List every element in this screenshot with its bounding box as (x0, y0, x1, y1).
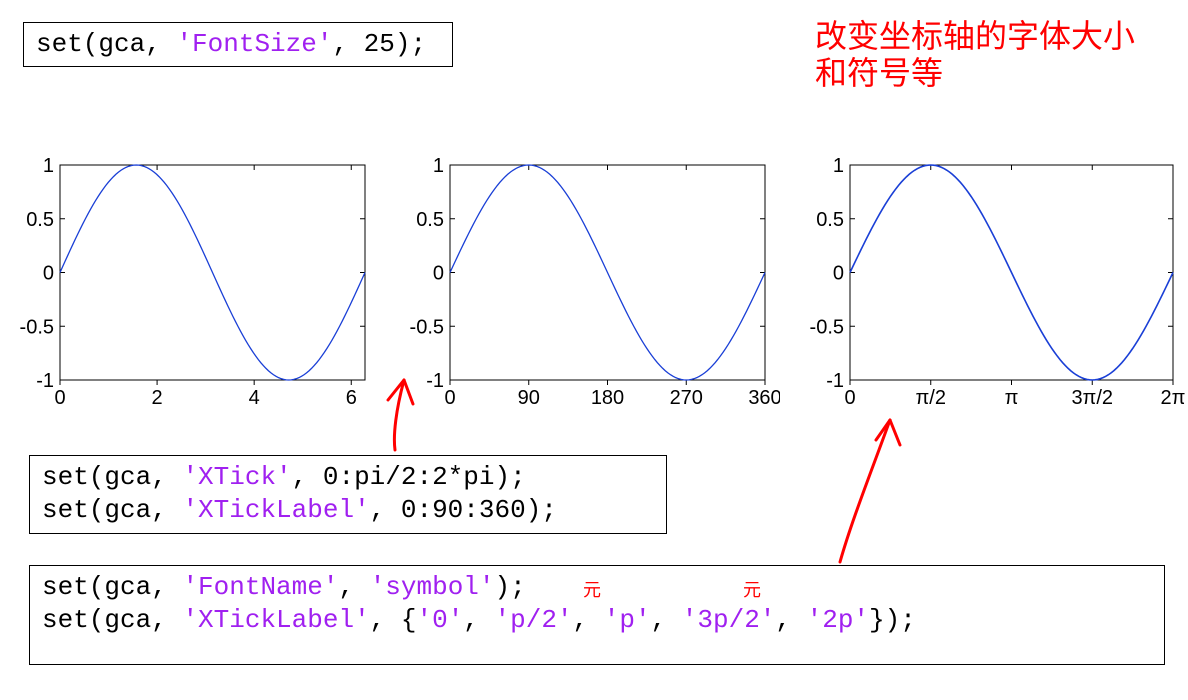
svg-text:2π: 2π (1161, 387, 1186, 409)
annotation-line: 改变坐标轴的字体大小 (815, 18, 1135, 55)
svg-text:270: 270 (670, 387, 703, 409)
svg-text:-1: -1 (826, 370, 844, 392)
code-line: set(gca, 'FontName', 'symbol'); (42, 572, 526, 602)
code-text: , (573, 605, 604, 635)
code-string: 'p' (604, 605, 651, 635)
hand-mark-2: 元 (743, 580, 761, 601)
svg-text:-0.5: -0.5 (810, 316, 844, 338)
code-string: 'symbol' (370, 572, 495, 602)
code-text: , (775, 605, 806, 635)
code-text: set(gca, (42, 462, 182, 492)
code-string: 'FontName' (182, 572, 338, 602)
svg-text:0: 0 (833, 263, 844, 285)
svg-text:360: 360 (748, 387, 780, 409)
svg-text:-0.5: -0.5 (410, 316, 444, 338)
code-string: 'XTickLabel' (182, 495, 369, 525)
svg-text:0.5: 0.5 (416, 209, 444, 231)
chart-3: 0 π/2 π 3π/2 2π -1 -0.5 0 0.5 1 (790, 155, 1188, 415)
code-line: set(gca, 'XTick', 0:pi/2:2*pi); (42, 462, 526, 492)
code-text: , 25); (332, 29, 426, 59)
code-line: set(gca, 'FontSize', 25); (36, 29, 426, 59)
svg-text:π/2: π/2 (916, 387, 946, 409)
svg-text:π: π (1005, 387, 1019, 409)
svg-text:0.5: 0.5 (816, 209, 844, 231)
svg-text:-0.5: -0.5 (20, 316, 54, 338)
code-text: , 0:90:360); (370, 495, 557, 525)
svg-text:4: 4 (249, 387, 260, 409)
charts-row: 0246-1-0.500.51 090180270360-1-0.500.51 … (0, 155, 1188, 415)
code-text: , { (370, 605, 417, 635)
svg-text:1: 1 (833, 155, 844, 177)
svg-text:0: 0 (43, 263, 54, 285)
code-text: set(gca, (42, 572, 182, 602)
chart-2: 0 90 180 270 360 -1 -0.5 0 0.5 1 (390, 155, 780, 415)
svg-text:1: 1 (433, 155, 444, 177)
code-string: '0' (416, 605, 463, 635)
code-text: , 0:pi/2:2*pi); (292, 462, 526, 492)
code-text: , (338, 572, 369, 602)
code-text: set(gca, (36, 29, 176, 59)
svg-text:0: 0 (433, 263, 444, 285)
code-box-top: set(gca, 'FontSize', 25); (23, 22, 453, 67)
code-text: set(gca, (42, 605, 182, 635)
svg-text:0: 0 (54, 387, 65, 409)
code-text: , (651, 605, 682, 635)
code-string: '3p/2' (682, 605, 776, 635)
svg-text:-1: -1 (36, 370, 54, 392)
code-string: 'FontSize' (176, 29, 332, 59)
code-string: 'XTickLabel' (182, 605, 369, 635)
chart-1: 0 2 4 6 -1 -0.5 0 0.5 1 (0, 155, 380, 415)
svg-text:6: 6 (346, 387, 357, 409)
code-string: 'p/2' (495, 605, 573, 635)
svg-text:-1: -1 (426, 370, 444, 392)
code-string: '2p' (807, 605, 869, 635)
code-string: 'XTick' (182, 462, 291, 492)
svg-text:1: 1 (43, 155, 54, 177)
svg-text:0: 0 (844, 387, 855, 409)
annotation-chinese: 改变坐标轴的字体大小 和符号等 (815, 18, 1135, 92)
svg-text:0.5: 0.5 (26, 209, 54, 231)
svg-text:3π/2: 3π/2 (1071, 387, 1113, 409)
svg-text:0: 0 (444, 387, 455, 409)
code-line: set(gca, 'XTickLabel', {'0', 'p/2', 'p',… (42, 605, 916, 635)
svg-text:90: 90 (518, 387, 540, 409)
svg-text:180: 180 (591, 387, 624, 409)
code-text: }); (869, 605, 916, 635)
code-line: set(gca, 'XTickLabel', 0:90:360); (42, 495, 557, 525)
annotation-line: 和符号等 (815, 55, 1135, 92)
code-text: , (463, 605, 494, 635)
code-box-middle: set(gca, 'XTick', 0:pi/2:2*pi); set(gca,… (29, 455, 667, 534)
code-text: ); (495, 572, 526, 602)
code-text: set(gca, (42, 495, 182, 525)
hand-mark-1: 元 (583, 580, 601, 601)
svg-text:2: 2 (152, 387, 163, 409)
